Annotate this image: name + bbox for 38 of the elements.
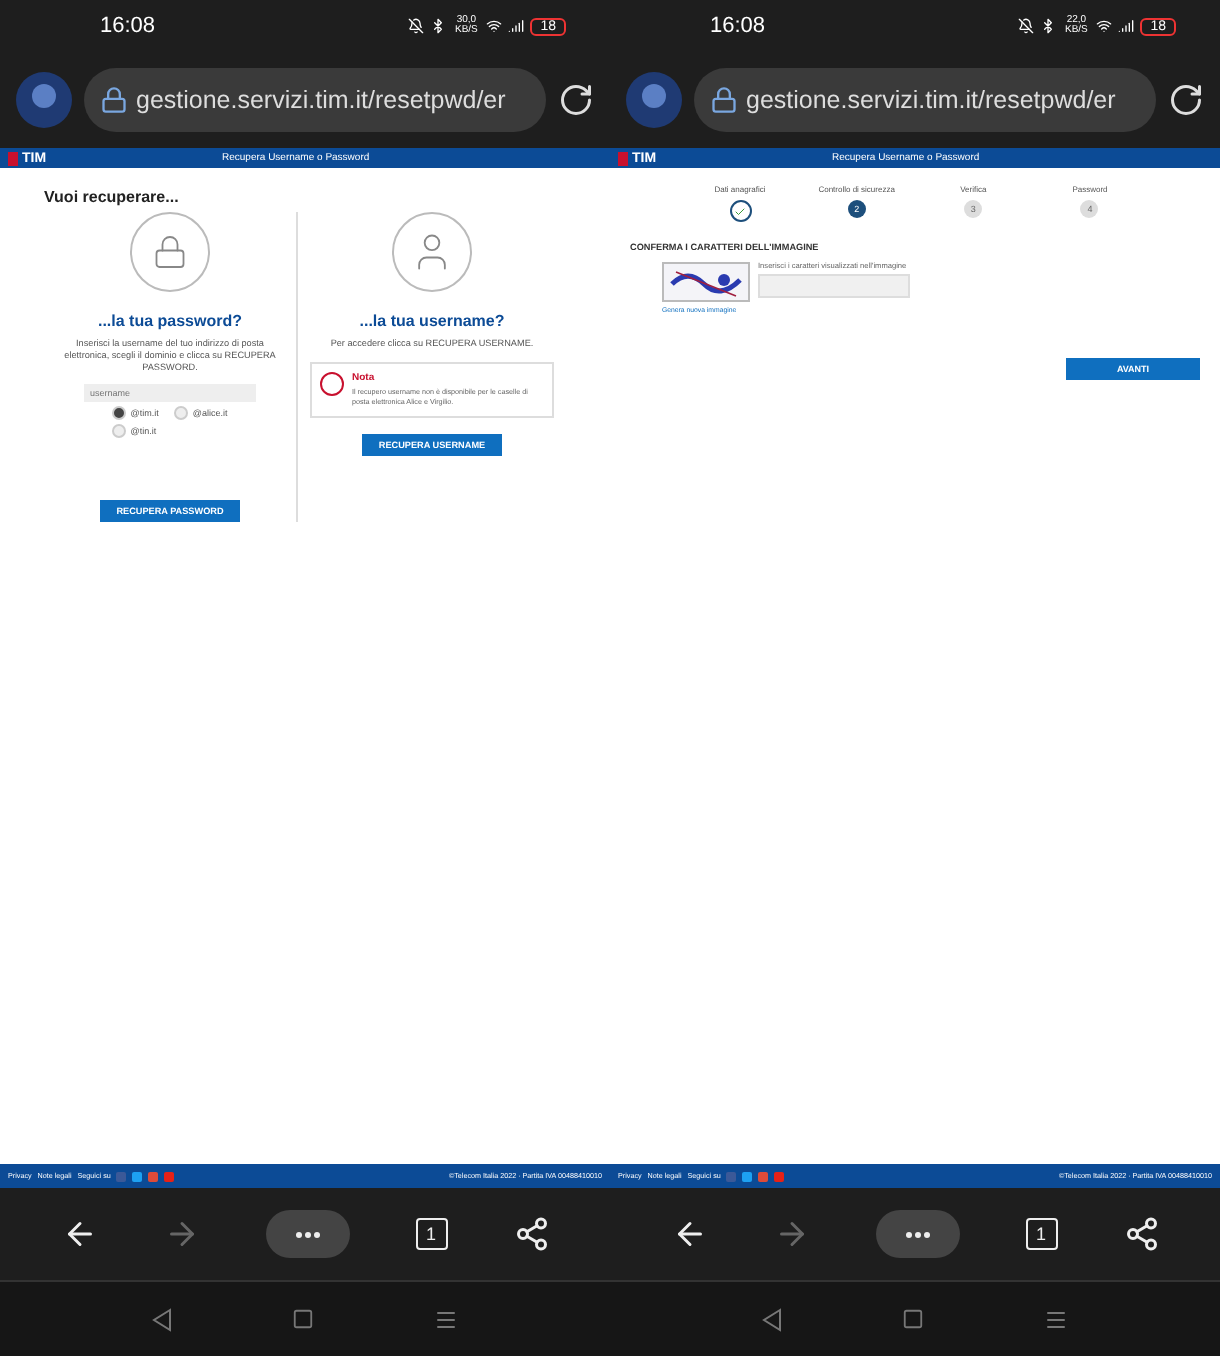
address-bar[interactable]: gestione.servizi.tim.it/resetpwd/er xyxy=(694,68,1156,132)
address-bar[interactable]: gestione.servizi.tim.it/resetpwd/er xyxy=(84,68,546,132)
user-icon xyxy=(392,212,472,292)
bluetooth-icon xyxy=(1040,18,1057,34)
tab-count[interactable]: 1 xyxy=(415,1218,447,1250)
recents-icon[interactable] xyxy=(1044,1307,1068,1331)
home-icon[interactable] xyxy=(292,1308,314,1330)
signal-icon xyxy=(508,18,525,34)
wifi-icon xyxy=(1096,18,1113,34)
lock-icon xyxy=(100,86,128,114)
signal-icon xyxy=(1118,18,1135,34)
mute-icon xyxy=(1018,18,1035,34)
share-icon[interactable] xyxy=(513,1216,549,1252)
reload-icon[interactable] xyxy=(558,82,594,118)
home-icon[interactable] xyxy=(902,1308,924,1330)
lock-icon xyxy=(710,86,738,114)
menu-button[interactable] xyxy=(875,1210,959,1258)
url-text: gestione.servizi.tim.it/resetpwd/er xyxy=(746,86,1116,114)
page-heading: Vuoi recuperare... xyxy=(44,188,181,206)
share-icon[interactable] xyxy=(1123,1216,1159,1252)
wifi-icon xyxy=(486,18,503,34)
ellipsis-icon xyxy=(905,1231,929,1237)
clock: 16:08 xyxy=(710,14,768,38)
bluetooth-icon xyxy=(430,18,447,34)
mute-icon xyxy=(408,18,425,34)
recents-icon[interactable] xyxy=(434,1307,458,1331)
card-title: ...la tua username? xyxy=(359,312,505,330)
menu-button[interactable] xyxy=(265,1210,349,1258)
reload-icon[interactable] xyxy=(1168,82,1204,118)
url-text: gestione.servizi.tim.it/resetpwd/er xyxy=(136,86,506,114)
card-title: ...la tua password? xyxy=(97,312,242,330)
avatar-icon[interactable] xyxy=(626,72,682,128)
ellipsis-icon xyxy=(295,1231,319,1237)
lock-icon xyxy=(130,212,210,292)
clock: 16:08 xyxy=(100,14,158,38)
avatar-icon[interactable] xyxy=(16,72,72,128)
captcha-field[interactable] xyxy=(758,274,910,298)
tab-count[interactable]: 1 xyxy=(1025,1218,1057,1250)
